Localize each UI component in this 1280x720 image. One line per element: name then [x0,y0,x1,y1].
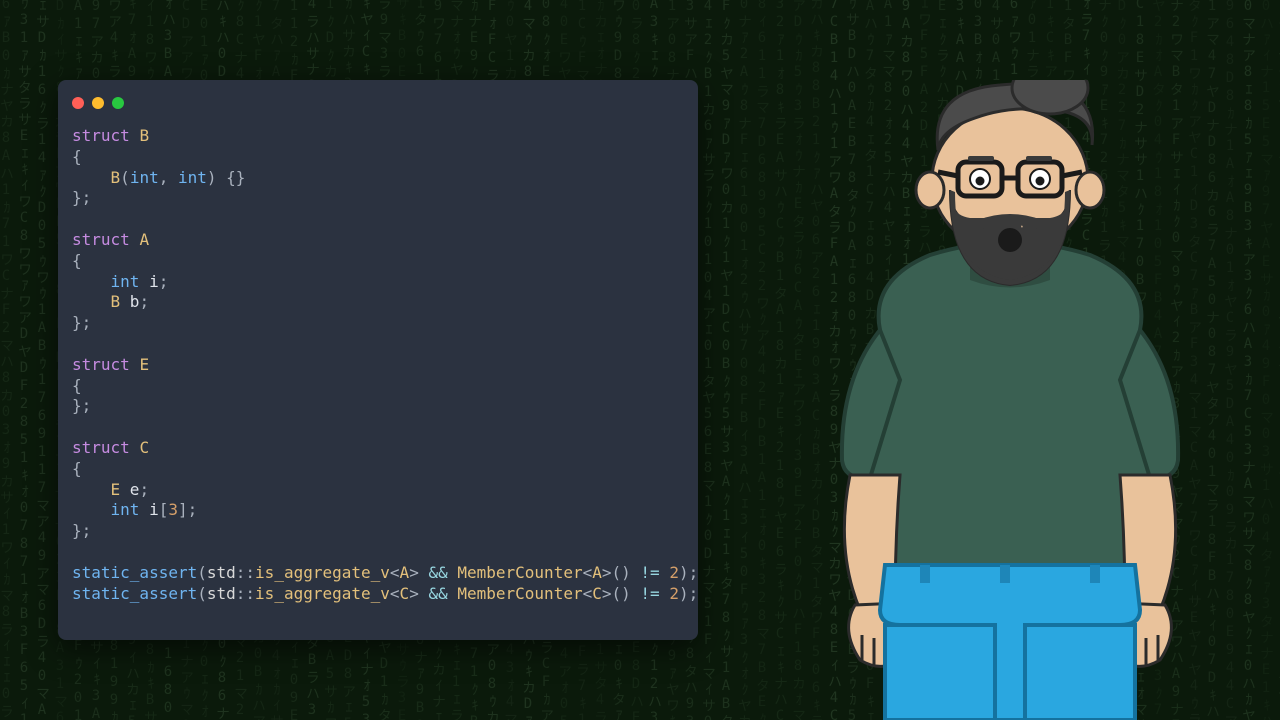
code-line: }; [72,313,684,334]
code-line [72,334,684,355]
code-line: int i; [72,272,684,293]
character-illustration [800,80,1220,720]
code-content: struct B{ B(int, int) {}}; struct A{ int… [72,126,684,604]
code-line: B(int, int) {} [72,168,684,189]
mouth-surprised-icon [998,228,1022,252]
code-line: { [72,147,684,168]
code-line: struct E [72,355,684,376]
code-line: int i[3]; [72,500,684,521]
minimize-icon[interactable] [92,97,104,109]
code-line: struct C [72,438,684,459]
code-line: }; [72,521,684,542]
zoom-icon[interactable] [112,97,124,109]
code-line: static_assert(std::is_aggregate_v<C> && … [72,584,684,605]
code-line [72,209,684,230]
code-line: B b; [72,292,684,313]
code-line: E e; [72,480,684,501]
code-line [72,542,684,563]
shirt [855,243,1165,566]
code-line: }; [72,396,684,417]
code-line: struct A [72,230,684,251]
code-line: }; [72,188,684,209]
code-line: { [72,459,684,480]
code-line: static_assert(std::is_aggregate_v<A> && … [72,563,684,584]
window-titlebar [72,94,684,112]
code-line: { [72,251,684,272]
code-editor-window: struct B{ B(int, int) {}}; struct A{ int… [58,80,698,640]
code-line [72,417,684,438]
close-icon[interactable] [72,97,84,109]
code-line: struct B [72,126,684,147]
code-line: { [72,376,684,397]
